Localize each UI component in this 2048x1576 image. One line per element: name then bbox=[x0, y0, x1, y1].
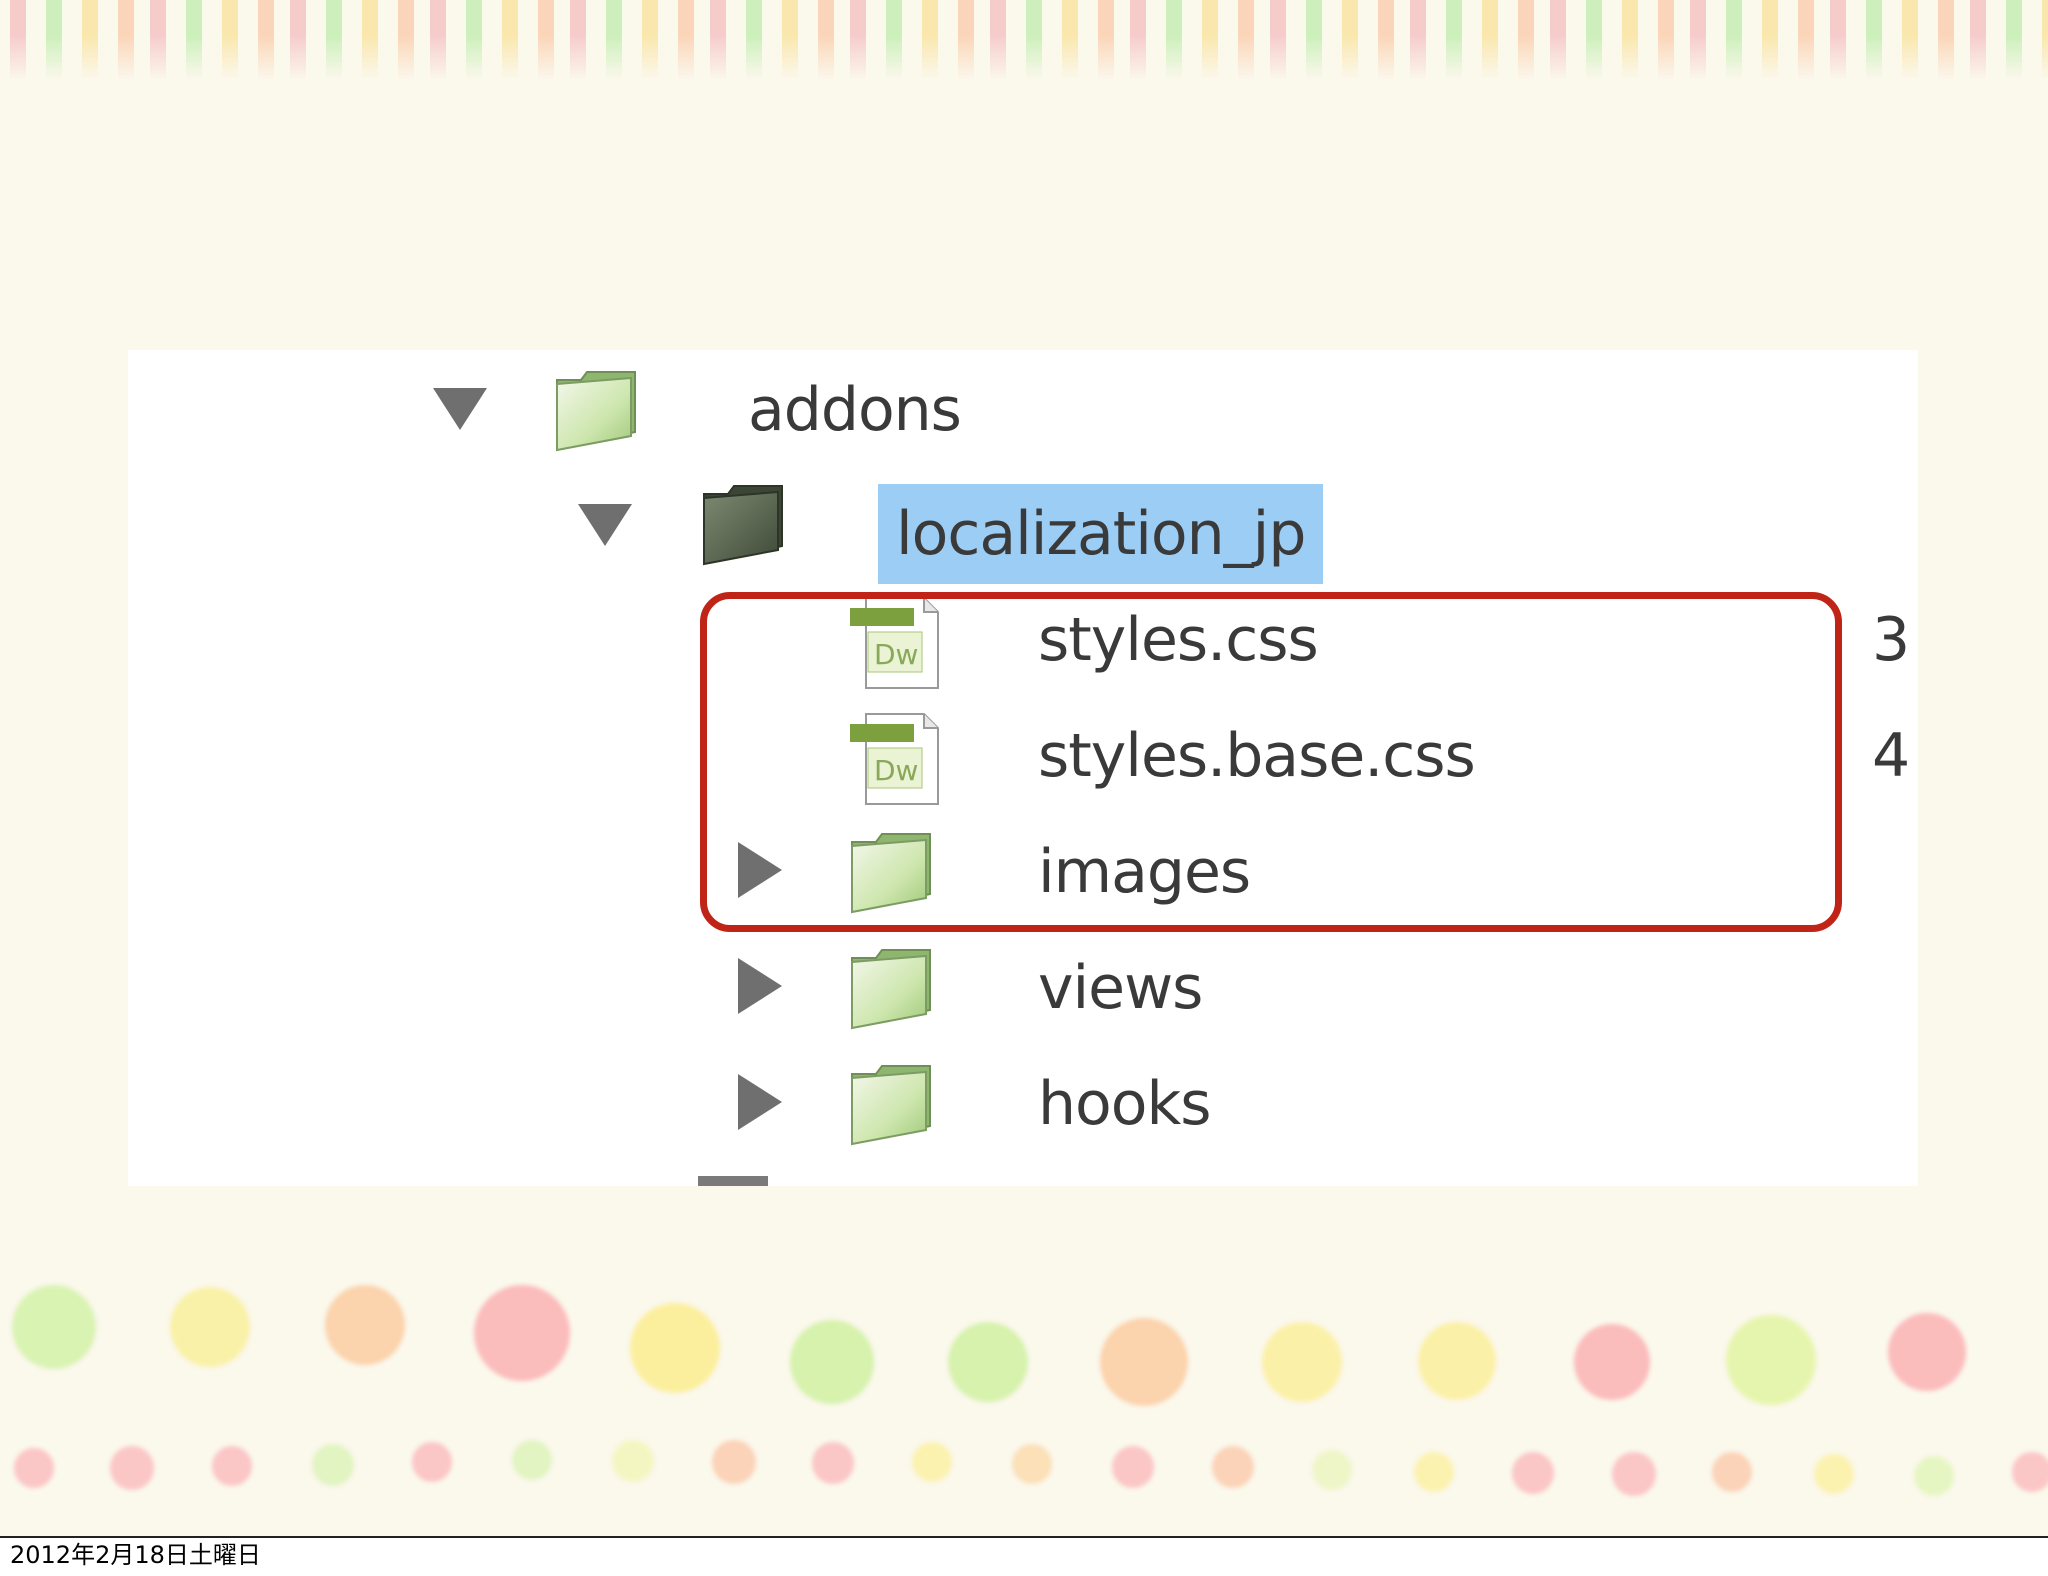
folder-icon bbox=[556, 371, 636, 452]
slide: addons localization_jp Dw styles.css 3 D… bbox=[0, 0, 2048, 1538]
folder-icon bbox=[851, 1065, 931, 1146]
tree-row-label: addons bbox=[748, 375, 962, 445]
decorative-dot bbox=[512, 1440, 552, 1480]
size-column-value: 3 bbox=[1872, 605, 1911, 675]
decorative-dot bbox=[1814, 1454, 1854, 1494]
decorative-dot bbox=[812, 1442, 854, 1484]
disclosure-triangle-expanded-icon[interactable] bbox=[578, 504, 632, 546]
decorative-dot bbox=[325, 1285, 405, 1365]
decorative-dot bbox=[1100, 1318, 1188, 1406]
decorative-dot bbox=[2012, 1452, 2048, 1492]
decorative-dot bbox=[412, 1442, 452, 1482]
decorative-dot bbox=[1712, 1452, 1752, 1492]
decorative-dot bbox=[1212, 1446, 1254, 1488]
decorative-dot bbox=[1512, 1452, 1554, 1494]
cut-off-row-icon bbox=[698, 1176, 768, 1186]
decorative-dot bbox=[474, 1285, 570, 1381]
decorative-dot bbox=[1726, 1315, 1816, 1405]
decorative-dot bbox=[1312, 1450, 1352, 1490]
decorative-dot bbox=[1262, 1322, 1342, 1402]
decorative-dot bbox=[630, 1303, 720, 1393]
decorative-dot bbox=[212, 1446, 252, 1486]
decorative-dot bbox=[1112, 1446, 1154, 1488]
decorative-dot bbox=[948, 1322, 1028, 1402]
decorative-dot bbox=[12, 1285, 96, 1369]
decorative-dot bbox=[612, 1440, 654, 1482]
decorative-dot bbox=[312, 1444, 354, 1486]
decorative-dot bbox=[1418, 1322, 1496, 1400]
tree-row-label: views bbox=[1038, 953, 1203, 1023]
disclosure-triangle-collapsed-icon[interactable] bbox=[738, 958, 782, 1014]
decorative-dot bbox=[790, 1320, 874, 1404]
decorative-dot bbox=[14, 1448, 54, 1488]
tree-row-hooks[interactable]: hooks bbox=[128, 1056, 1918, 1156]
decorative-dot bbox=[1612, 1452, 1656, 1496]
tree-row-localization-jp[interactable]: localization_jp bbox=[128, 476, 1918, 584]
disclosure-triangle-expanded-icon[interactable] bbox=[433, 388, 487, 430]
decorative-dot bbox=[170, 1287, 250, 1367]
size-column-value: 4 bbox=[1872, 721, 1911, 791]
decorative-dot bbox=[1414, 1452, 1454, 1492]
tree-row-label: hooks bbox=[1038, 1069, 1211, 1139]
tree-row-addons[interactable]: addons bbox=[128, 360, 1918, 460]
decorative-dot bbox=[712, 1440, 756, 1484]
folder-icon bbox=[851, 949, 931, 1030]
decorative-dot bbox=[1888, 1313, 1966, 1391]
decorative-dot bbox=[110, 1446, 154, 1490]
decorative-dot bbox=[1914, 1456, 1954, 1496]
decorative-dot bbox=[1012, 1444, 1052, 1484]
decorative-dot bbox=[1574, 1324, 1650, 1400]
slide-timestamp: 2012年2月18日土曜日 bbox=[10, 1541, 261, 1569]
decorative-dot bbox=[912, 1442, 952, 1482]
tree-row-label: localization_jp bbox=[878, 484, 1324, 584]
tree-row-views[interactable]: views bbox=[128, 940, 1918, 1040]
folder-dark-icon bbox=[703, 485, 783, 566]
disclosure-triangle-collapsed-icon[interactable] bbox=[738, 1074, 782, 1130]
decorative-stripes bbox=[0, 0, 2048, 80]
highlight-box bbox=[700, 592, 1842, 932]
